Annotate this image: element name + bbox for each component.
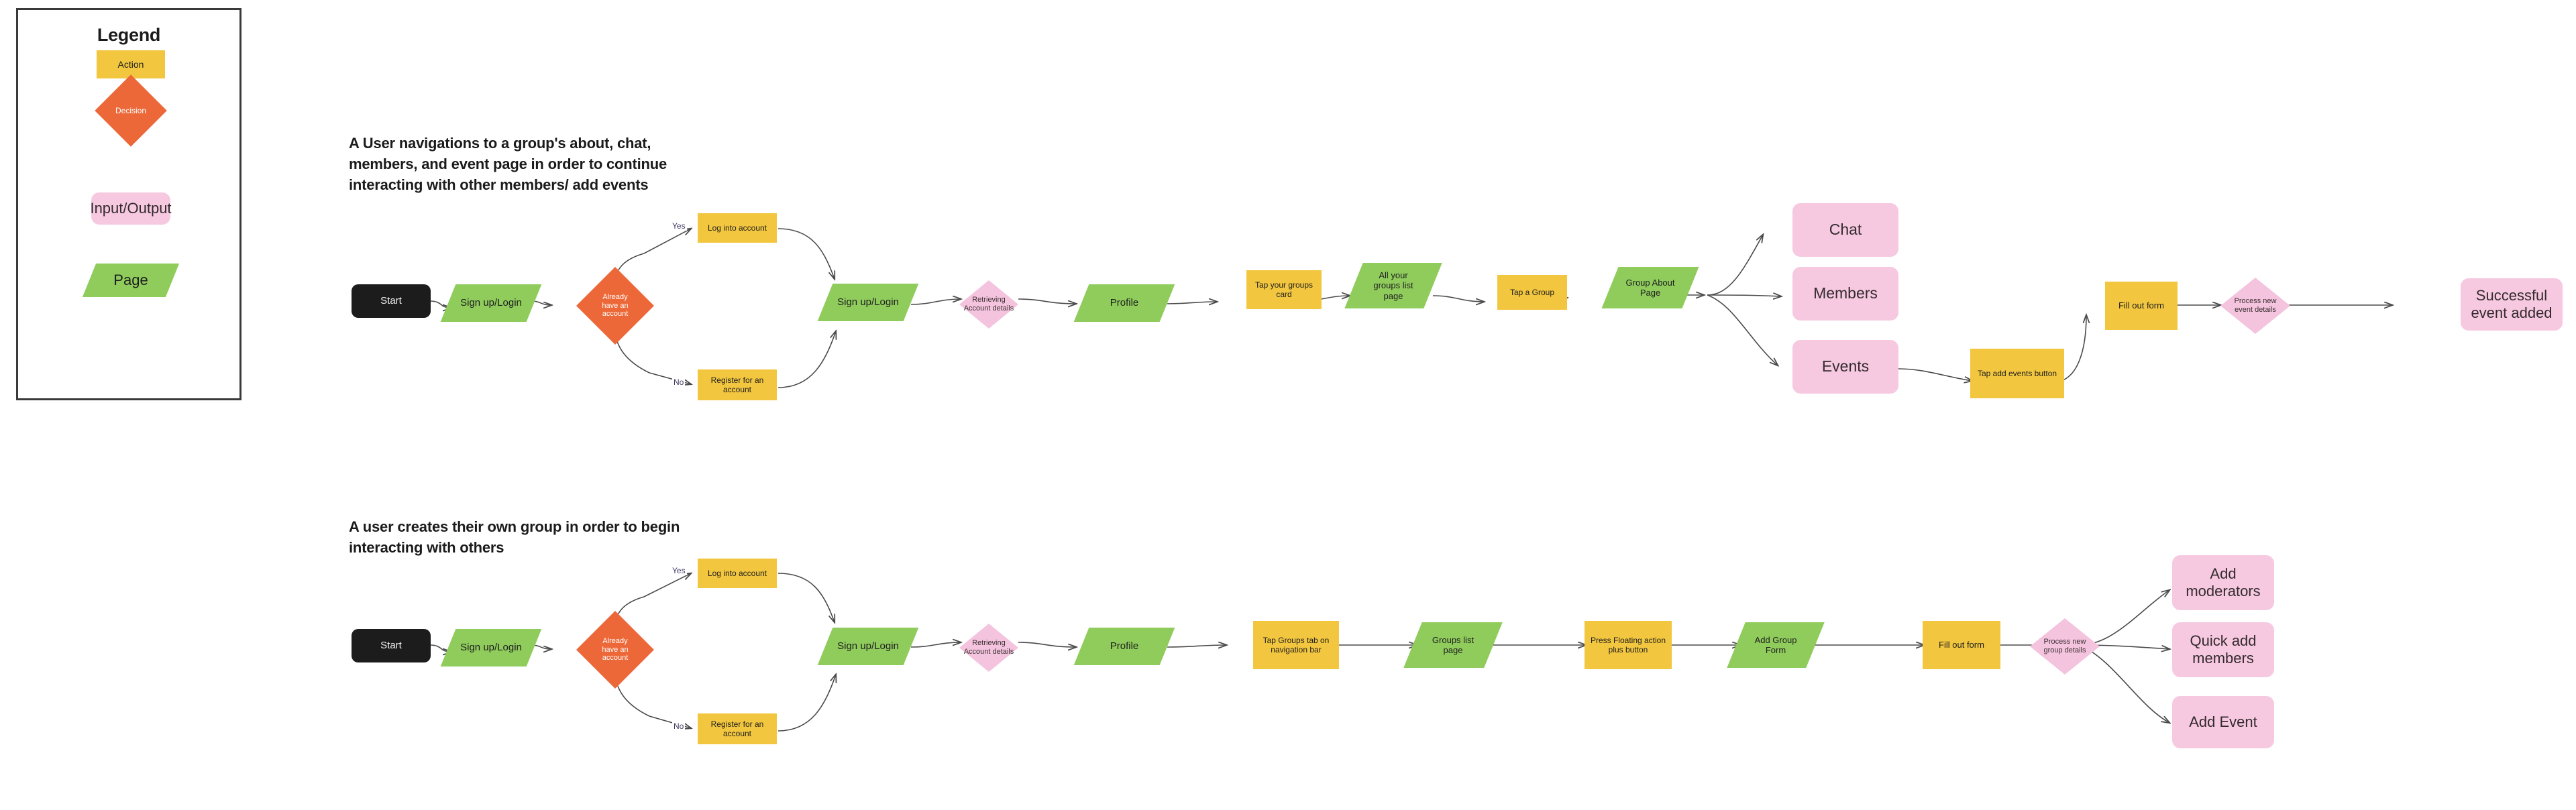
node-label: Profile — [1110, 640, 1139, 652]
edge-label-f1-yes: Yes — [671, 221, 687, 231]
legend-shape-decision: Decision — [95, 74, 167, 147]
legend-title: Legend — [97, 25, 161, 45]
node-label: Quick add members — [2190, 632, 2257, 667]
node-f1-all-groups-list-page[interactable]: All your groups list page — [1344, 263, 1442, 308]
node-f1-tap-a-group[interactable]: Tap a Group — [1497, 275, 1567, 310]
node-f2-profile[interactable]: Profile — [1073, 628, 1175, 665]
edge-label-f1-no: No — [672, 378, 686, 387]
node-label: Register for an account — [710, 375, 764, 394]
node-label: Tap your groups card — [1254, 280, 1313, 299]
node-label: Start — [380, 640, 402, 652]
node-f1-retrieving-account-details[interactable]: Retrieving Account details — [959, 280, 1018, 329]
legend-shape-io: Input/Output — [90, 192, 172, 225]
node-f2-signup-login-2[interactable]: Sign up/Login — [817, 628, 919, 665]
node-f2-signup-login-1[interactable]: Sign up/Login — [440, 629, 542, 667]
node-label: Members — [1813, 284, 1878, 302]
node-label: Sign up/Login — [460, 642, 522, 654]
legend-panel: Legend Action Decision Input/Output Page — [16, 8, 241, 400]
node-f2-tap-groups-tab[interactable]: Tap Groups tab on navigation bar — [1253, 621, 1339, 669]
node-f1-tap-add-events-button[interactable]: Tap add events button — [1970, 349, 2064, 398]
node-f1-log-into-account[interactable]: Log into account — [698, 213, 777, 243]
node-f2-start[interactable]: Start — [352, 629, 431, 662]
node-label: Sign up/Login — [837, 296, 899, 308]
node-f2-log-into-account[interactable]: Log into account — [698, 559, 777, 588]
node-f1-process-new-event-details[interactable]: Process new event details — [2220, 278, 2290, 334]
node-f2-retrieving-account-details[interactable]: Retrieving Account details — [959, 624, 1018, 672]
node-f2-register-for-account[interactable]: Register for an account — [698, 713, 777, 744]
legend-row-decision: Decision — [18, 74, 244, 147]
node-label: Register for an account — [710, 719, 764, 738]
node-label: Tap add events button — [1977, 368, 2057, 378]
node-f2-quick-add-members[interactable]: Quick add members — [2172, 622, 2274, 677]
legend-label-io: Input/Output — [90, 200, 172, 217]
node-f1-register-for-account[interactable]: Register for an account — [698, 369, 777, 400]
node-label: Events — [1821, 357, 1870, 375]
node-label: Chat — [1829, 221, 1862, 239]
node-label: Fill out form — [1939, 640, 1984, 650]
node-label: Retrieving Account details — [963, 296, 1014, 312]
node-label: Start — [380, 295, 402, 307]
edge-label-f2-yes: Yes — [671, 566, 687, 575]
node-label: Tap Groups tab on navigation bar — [1263, 635, 1330, 654]
node-f2-fill-out-form[interactable]: Fill out form — [1923, 621, 2000, 669]
node-f1-tap-your-groups-card[interactable]: Tap your groups card — [1246, 270, 1322, 309]
legend-label-page: Page — [113, 272, 148, 289]
legend-row-page: Page — [18, 264, 244, 297]
legend-row-io: Input/Output — [18, 192, 244, 225]
node-f2-add-moderators[interactable]: Add moderators — [2172, 555, 2274, 610]
node-f2-add-event[interactable]: Add Event — [2172, 696, 2274, 748]
node-f1-group-about-page[interactable]: Group About Page — [1601, 267, 1699, 308]
node-f1-fill-out-form[interactable]: Fill out form — [2105, 282, 2178, 330]
legend-label-decision: Decision — [115, 105, 147, 115]
legend-label-action: Action — [117, 58, 144, 70]
node-f2-already-have-account-decision[interactable]: Already have an account — [576, 611, 654, 689]
node-f1-signup-login-1[interactable]: Sign up/Login — [440, 284, 542, 322]
node-label: Add Event — [2189, 713, 2257, 731]
node-f1-start[interactable]: Start — [352, 284, 431, 318]
node-label: Process new group details — [2043, 638, 2086, 654]
flow-2-title: A user creates their own group in order … — [349, 518, 680, 557]
node-f2-groups-list-page[interactable]: Groups list page — [1403, 622, 1503, 668]
node-label: Log into account — [707, 568, 767, 578]
node-f1-already-have-account-decision[interactable]: Already have an account — [576, 267, 654, 345]
node-label: Successful event added — [2471, 287, 2553, 321]
node-f1-members[interactable]: Members — [1792, 267, 1898, 321]
node-label: Fill out form — [2118, 300, 2164, 311]
node-label: Retrieving Account details — [963, 639, 1014, 656]
node-f1-chat[interactable]: Chat — [1792, 203, 1898, 257]
flowchart-canvas: Legend Action Decision Input/Output Page — [0, 0, 2576, 810]
node-f2-press-floating-action-button[interactable]: Press Floating action plus button — [1585, 621, 1672, 669]
legend-shape-page: Page — [82, 264, 180, 297]
node-label: Add moderators — [2186, 565, 2261, 599]
node-label: Groups list page — [1432, 634, 1474, 655]
node-label: Sign up/Login — [460, 297, 522, 309]
node-label: Tap a Group — [1509, 287, 1555, 297]
node-f1-successful-event-added[interactable]: Successful event added — [2461, 278, 2563, 331]
flow-1-title: A User navigations to a group's about, c… — [349, 135, 667, 194]
node-label: Already have an account — [602, 292, 629, 319]
node-f1-events[interactable]: Events — [1792, 340, 1898, 394]
node-label: Press Floating action plus button — [1590, 635, 1666, 654]
edge-layer — [429, 0, 2576, 732]
node-label: Already have an account — [602, 636, 629, 662]
node-label: Process new event details — [2234, 297, 2277, 314]
node-label: Add Group Form — [1754, 634, 1797, 655]
node-f1-signup-login-2[interactable]: Sign up/Login — [817, 284, 919, 321]
node-f2-add-group-form[interactable]: Add Group Form — [1727, 622, 1825, 668]
node-label: Profile — [1110, 297, 1139, 309]
node-f1-profile[interactable]: Profile — [1073, 284, 1175, 322]
node-label: All your groups list page — [1373, 270, 1413, 301]
node-label: Sign up/Login — [837, 640, 899, 652]
node-label: Group About Page — [1625, 277, 1675, 298]
edge-label-f2-no: No — [672, 721, 686, 731]
node-f2-process-new-group-details[interactable]: Process new group details — [2030, 618, 2100, 675]
node-label: Log into account — [707, 223, 767, 233]
